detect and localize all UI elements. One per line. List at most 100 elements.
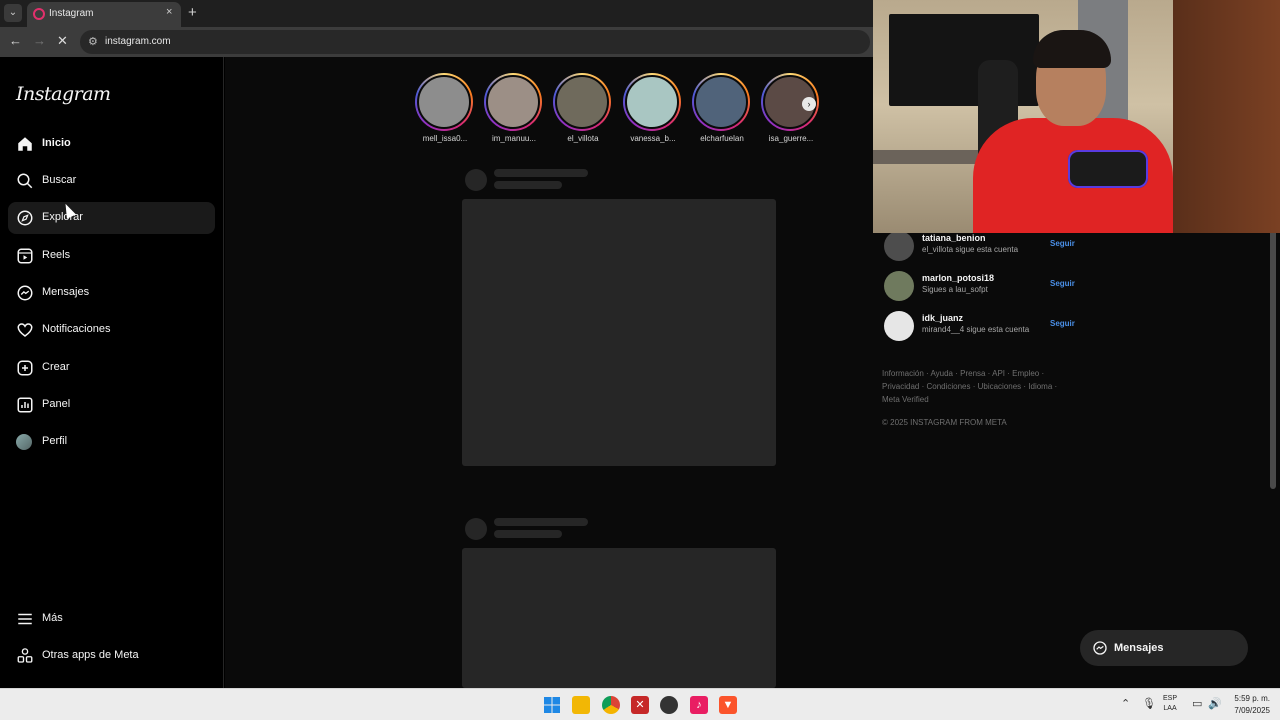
show-hidden-icons-chevron-icon[interactable]: ⌃ xyxy=(1121,697,1130,710)
post-username-placeholder xyxy=(494,518,588,526)
story-avatar xyxy=(694,75,748,129)
nav-item-profile[interactable]: Perfil xyxy=(8,426,215,458)
suggestion-row: idk_juanz mirand4__4 sigue esta cuenta S… xyxy=(884,311,1094,343)
post-image-placeholder xyxy=(462,548,776,688)
story-avatar xyxy=(555,75,609,129)
lang-line-1: ESP xyxy=(1163,695,1178,702)
nav-item-create[interactable]: Crear xyxy=(8,352,215,384)
webcam-microphone xyxy=(1068,150,1148,188)
nav-label: Reels xyxy=(42,249,71,261)
suggestion-context: Sigues a lau_sofpt xyxy=(922,285,988,294)
tab-close-icon[interactable]: × xyxy=(166,6,172,18)
messages-floating-button[interactable]: Mensajes xyxy=(1080,630,1248,666)
reels-icon xyxy=(17,248,33,264)
nav-item-home[interactable]: Inicio xyxy=(8,128,215,160)
obs-icon[interactable] xyxy=(660,696,678,714)
suggestion-context: el_villota sigue esta cuenta xyxy=(922,245,1019,254)
nav-label: Notificaciones xyxy=(42,323,111,335)
follow-button[interactable]: Seguir xyxy=(1050,279,1075,288)
suggestion-username[interactable]: tatiana_benion xyxy=(922,233,986,243)
story-username: vanessa_b... xyxy=(630,134,676,143)
suggestion-username[interactable]: idk_juanz xyxy=(922,313,963,323)
messenger-icon xyxy=(17,285,33,301)
heart-icon xyxy=(17,323,33,337)
webcam-person-hair xyxy=(1033,30,1111,68)
post-avatar-placeholder xyxy=(465,518,487,540)
avatar[interactable] xyxy=(884,231,914,261)
post-meta-placeholder xyxy=(494,181,562,189)
nav-label: Otras apps de Meta xyxy=(42,649,139,661)
chrome-icon[interactable] xyxy=(602,696,620,714)
nav-item-search[interactable]: Buscar xyxy=(8,165,215,197)
story-item[interactable]: im_manuu... xyxy=(484,73,544,143)
forward-arrow-icon[interactable]: → xyxy=(33,33,46,48)
post-image-placeholder xyxy=(462,199,776,466)
avatar[interactable] xyxy=(884,311,914,341)
site-info-icon[interactable]: ⚙ xyxy=(88,35,98,48)
home-icon xyxy=(18,137,32,151)
instagram-sidebar: Instagram Inicio Buscar Explorar Reels M… xyxy=(0,57,224,688)
back-arrow-icon[interactable]: ← xyxy=(9,33,22,48)
nav-item-dashboard[interactable]: Panel xyxy=(8,389,215,421)
nav-item-more[interactable]: Más xyxy=(8,603,215,635)
story-username: im_manuu... xyxy=(491,134,537,143)
post-username-placeholder xyxy=(494,169,588,177)
new-tab-icon[interactable]: + xyxy=(188,4,197,21)
nav-item-reels[interactable]: Reels xyxy=(8,240,215,272)
stories-next-chevron-icon[interactable]: › xyxy=(802,97,816,111)
instagram-favicon-icon xyxy=(33,8,45,20)
post-avatar-placeholder xyxy=(465,169,487,191)
x-app-icon[interactable]: ✕ xyxy=(631,696,649,714)
follow-button[interactable]: Seguir xyxy=(1050,239,1075,248)
instagram-logo[interactable]: Instagram xyxy=(16,83,111,105)
microphone-icon[interactable]: 🎙 xyxy=(1142,697,1156,710)
windows-start-icon[interactable] xyxy=(543,696,561,714)
tab-title: Instagram xyxy=(49,8,94,19)
stop-loading-icon[interactable]: ✕ xyxy=(57,33,68,49)
nav-item-meta-apps[interactable]: Otras apps de Meta xyxy=(8,640,215,672)
file-explorer-icon[interactable] xyxy=(572,696,590,714)
avatar[interactable] xyxy=(884,271,914,301)
nav-item-messages[interactable]: Mensajes xyxy=(8,277,215,309)
nav-label: Crear xyxy=(42,361,70,373)
volume-icon[interactable]: 🔊 xyxy=(1208,697,1222,710)
windows-taskbar: ✕ ♪ ▼ ⌃ 🎙 ESP LAA ▭ 🔊 5:59 p. m. 7/09/20… xyxy=(0,688,1280,720)
copyright-text: © 2025 INSTAGRAM FROM META xyxy=(882,418,1007,427)
hamburger-menu-icon xyxy=(18,613,32,625)
nav-label: Perfil xyxy=(42,435,68,447)
tiktok-icon[interactable]: ♪ xyxy=(690,696,708,714)
messenger-icon xyxy=(1093,641,1107,655)
nav-label: Mensajes xyxy=(42,286,90,298)
plus-square-icon xyxy=(17,360,33,376)
network-icon[interactable]: ▭ xyxy=(1192,697,1202,710)
input-language-indicator[interactable]: ESP LAA xyxy=(1163,694,1177,714)
suggestion-username[interactable]: marlon_potosi18 xyxy=(922,273,994,283)
suggestion-context: mirand4__4 sigue esta cuenta xyxy=(922,325,1030,334)
footer-links[interactable]: Información · Ayuda · Prensa · API · Emp… xyxy=(882,367,1062,406)
nav-label: Explorar xyxy=(42,211,83,223)
story-username: el_villota xyxy=(567,134,599,143)
story-username: isa_guerre... xyxy=(768,134,814,143)
story-item[interactable]: mell_issa0... xyxy=(415,73,475,143)
story-item[interactable]: elcharfuelan xyxy=(692,73,752,143)
follow-button[interactable]: Seguir xyxy=(1050,319,1075,328)
apps-grid-icon xyxy=(17,648,33,663)
avatar xyxy=(16,434,32,450)
address-bar[interactable]: ⚙ instagram.com xyxy=(80,30,870,54)
story-item[interactable]: el_villota xyxy=(553,73,613,143)
webcam-overlay xyxy=(873,0,1280,233)
tab-search-icon[interactable]: ⌄ xyxy=(4,4,22,22)
feed-main: mell_issa0... im_manuu... el_villota van… xyxy=(225,57,870,688)
system-clock[interactable]: 5:59 p. m. 7/09/2025 xyxy=(1222,693,1270,717)
clock-time: 5:59 p. m. xyxy=(1234,694,1270,703)
nav-item-explore[interactable]: Explorar xyxy=(8,202,215,234)
browser-tab-instagram[interactable]: Instagram × xyxy=(27,2,181,27)
chart-icon xyxy=(17,397,33,413)
compass-icon xyxy=(17,210,33,226)
nav-item-notifications[interactable]: Notificaciones xyxy=(8,314,215,346)
story-item[interactable]: vanessa_b... xyxy=(623,73,683,143)
messages-button-label: Mensajes xyxy=(1114,642,1164,654)
brave-icon[interactable]: ▼ xyxy=(719,696,737,714)
post-meta-placeholder xyxy=(494,530,562,538)
story-username: elcharfuelan xyxy=(700,134,744,143)
